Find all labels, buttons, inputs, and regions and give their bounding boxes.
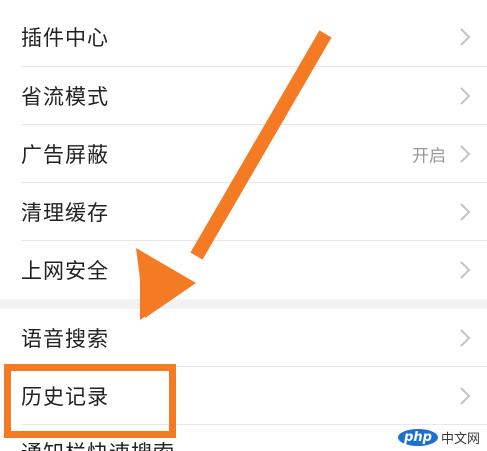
- section-gap: [0, 299, 487, 309]
- watermark-logo: php: [398, 428, 438, 446]
- settings-item-label: 历史记录: [21, 385, 109, 409]
- top-edge: [0, 0, 487, 8]
- settings-item-label: 插件中心: [21, 26, 109, 50]
- watermark-text: 中文网: [440, 431, 480, 447]
- settings-item-data-saver[interactable]: 省流模式: [0, 67, 487, 125]
- settings-list: 插件中心 省流模式 广告屏蔽 开启 清理缓存 上网安全 语音搜索 历史记录: [0, 0, 487, 451]
- settings-item-clear-cache[interactable]: 清理缓存: [0, 183, 487, 241]
- chevron-right-icon: [460, 203, 471, 221]
- chevron-right-icon: [460, 145, 471, 163]
- settings-item-label: 上网安全: [21, 259, 109, 283]
- watermark: php 中文网: [395, 425, 483, 449]
- settings-item-browsing-security[interactable]: 上网安全: [0, 241, 487, 299]
- settings-item-voice-search[interactable]: 语音搜索: [0, 309, 487, 367]
- ad-block-status: 开启: [412, 146, 446, 167]
- settings-item-ad-block[interactable]: 广告屏蔽 开启: [0, 125, 487, 183]
- chevron-right-icon: [460, 329, 471, 347]
- chevron-right-icon: [460, 28, 471, 46]
- chevron-right-icon: [460, 261, 471, 279]
- settings-item-label: 清理缓存: [21, 201, 109, 225]
- settings-item-label: 语音搜索: [21, 327, 109, 351]
- chevron-right-icon: [460, 387, 471, 405]
- settings-item-label: 省流模式: [21, 85, 109, 109]
- chevron-right-icon: [460, 87, 471, 105]
- settings-item-label: 广告屏蔽: [21, 143, 109, 167]
- settings-item-history[interactable]: 历史记录: [0, 367, 487, 425]
- settings-item-label: 通知栏快速搜索: [21, 437, 175, 451]
- settings-item-plugin-center[interactable]: 插件中心: [0, 8, 487, 66]
